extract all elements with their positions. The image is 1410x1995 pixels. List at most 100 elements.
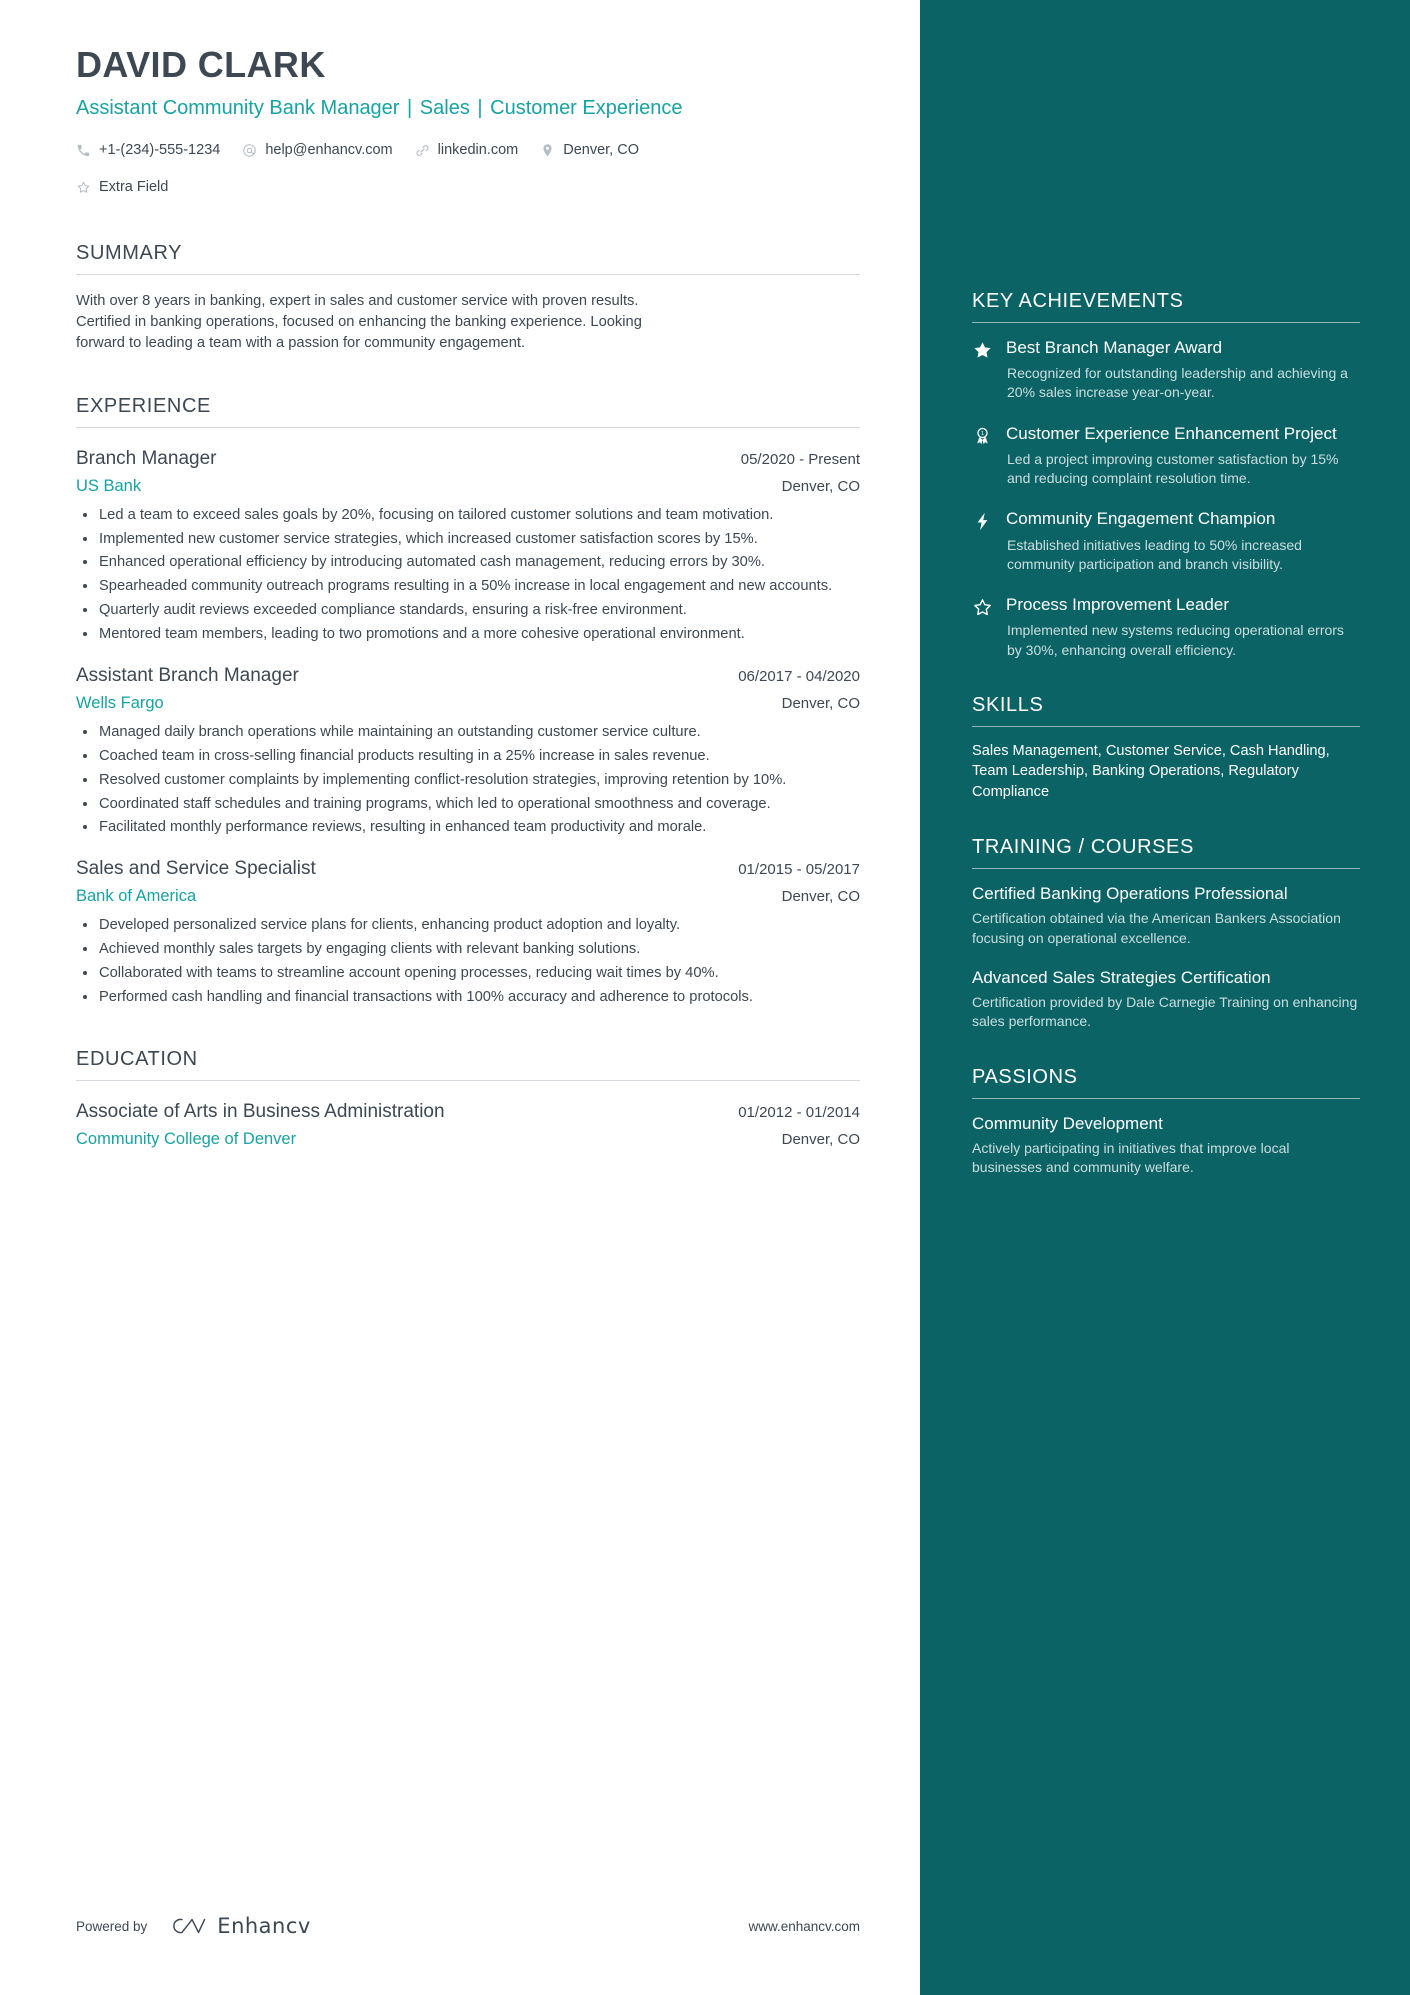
job-title: Sales and Service Specialist	[76, 858, 316, 880]
degree-title: Associate of Arts in Business Administra…	[76, 1100, 445, 1122]
email-icon	[242, 143, 257, 158]
phone-icon	[76, 143, 91, 158]
divider	[972, 868, 1360, 870]
job-dates: 05/2020 - Present	[740, 450, 860, 468]
experience-entry-head: Sales and Service Specialist 01/2015 - 0…	[76, 858, 860, 880]
sidebar-title-training-courses: TRAINING / COURSES	[972, 836, 1194, 859]
powered-by-block: Powered by Enhancv	[76, 1913, 311, 1939]
divider	[76, 1079, 860, 1081]
sidebar-title-key-achievements: KEY ACHIEVEMENTS	[972, 290, 1184, 312]
achievement-title: Customer Experience Enhancement Project	[1006, 423, 1337, 443]
professional-headline: Assistant Community Bank Manager | Sales…	[76, 95, 696, 121]
list-item: Coordinated staff schedules and training…	[76, 794, 860, 815]
passion-title: Community Development	[972, 1113, 1163, 1133]
experience-entry-head: Branch Manager 05/2020 - Present	[76, 448, 860, 470]
passion-item: Community Development Actively participa…	[972, 1113, 1360, 1178]
main-column: DAVID CLARK Assistant Community Bank Man…	[0, 0, 920, 1995]
section-experience: EXPERIENCE Branch Manager 05/2020 - Pres…	[76, 395, 860, 1008]
headline-tag-customer-experience: Customer Experience	[490, 97, 683, 120]
star-outline-icon	[972, 594, 993, 660]
job-location: Denver, CO	[781, 477, 860, 495]
headline-separator: |	[477, 97, 483, 120]
section-title-education: EDUCATION	[76, 1047, 198, 1070]
job-bullets: Managed daily branch operations while ma…	[76, 722, 860, 838]
award-medal-icon: 1	[972, 423, 993, 489]
contact-row: +1-(234)-555-1234 help@enhancv.com linke…	[76, 136, 736, 202]
achievement-item: 1 Customer Experience Enhancement Projec…	[972, 423, 1360, 489]
contact-email-text: help@enhancv.com	[265, 141, 393, 158]
education-entry: Associate of Arts in Business Administra…	[76, 1101, 860, 1149]
achievement-item: Best Branch Manager Award Recognized for…	[972, 337, 1360, 403]
sidebar-section-skills: SKILLS Sales Management, Customer Servic…	[972, 694, 1360, 802]
job-dates: 01/2015 - 05/2017	[738, 861, 860, 879]
achievement-body: Process Improvement Leader Implemented n…	[1006, 594, 1360, 660]
company-name: US Bank	[76, 476, 142, 495]
sidebar-section-key-achievements: KEY ACHIEVEMENTS Best Branch Manager Awa…	[972, 290, 1360, 660]
contact-extra-field[interactable]: Extra Field	[76, 173, 168, 202]
contact-location[interactable]: Denver, CO	[540, 136, 639, 165]
contact-phone[interactable]: +1-(234)-555-1234	[76, 136, 220, 165]
section-education: EDUCATION Associate of Arts in Business …	[76, 1048, 860, 1149]
job-bullets: Developed personalized service plans for…	[76, 915, 860, 1008]
headline-separator: |	[407, 97, 413, 120]
list-item: Managed daily branch operations while ma…	[76, 722, 860, 743]
achievement-body: Best Branch Manager Award Recognized for…	[1006, 337, 1360, 403]
achievement-title: Process Improvement Leader	[1006, 595, 1229, 615]
location-icon	[540, 143, 555, 158]
list-item: Achieved monthly sales targets by engagi…	[76, 939, 860, 960]
contact-linkedin[interactable]: linkedin.com	[415, 136, 518, 165]
contact-location-text: Denver, CO	[563, 141, 639, 158]
resume-page: DAVID CLARK Assistant Community Bank Man…	[0, 0, 1410, 1995]
sidebar-title-passions: PASSIONS	[972, 1065, 1078, 1088]
divider	[972, 322, 1360, 323]
job-dates: 06/2017 - 04/2020	[738, 667, 860, 685]
headline-role: Assistant Community Bank Manager	[76, 97, 400, 120]
divider	[76, 426, 860, 428]
experience-entry-sub: Bank of America Denver, CO	[76, 887, 860, 906]
sidebar-title-skills: SKILLS	[972, 693, 1044, 716]
experience-entry-sub: Wells Fargo Denver, CO	[76, 694, 860, 713]
education-entry-sub: Community College of Denver Denver, CO	[76, 1130, 860, 1149]
svg-text:1: 1	[981, 431, 984, 437]
company-name: Bank of America	[76, 887, 197, 906]
course-title: Certified Banking Operations Professiona…	[972, 884, 1288, 904]
achievement-description: Recognized for outstanding leadership an…	[1007, 365, 1348, 401]
achievement-description: Implemented new systems reducing operati…	[1007, 622, 1344, 658]
headline-tag-sales: Sales	[419, 97, 470, 120]
star-outline-icon	[76, 180, 91, 195]
job-title: Assistant Branch Manager	[76, 664, 299, 686]
list-item: Coached team in cross-selling financial …	[76, 746, 860, 767]
achievement-body: Community Engagement Champion Establishe…	[1006, 508, 1360, 574]
list-item: Resolved customer complaints by implemen…	[76, 770, 860, 791]
footer: Powered by Enhancv www.enhancv.com	[76, 1913, 860, 1939]
job-title: Branch Manager	[76, 447, 217, 469]
divider	[76, 273, 860, 275]
achievement-title: Community Engagement Champion	[1006, 509, 1276, 529]
course-item: Advanced Sales Strategies Certification …	[972, 967, 1360, 1032]
website-url[interactable]: www.enhancv.com	[748, 1919, 860, 1934]
contact-email[interactable]: help@enhancv.com	[242, 136, 393, 165]
list-item: Enhanced operational efficiency by intro…	[76, 552, 860, 573]
list-item: Developed personalized service plans for…	[76, 915, 860, 936]
divider	[972, 725, 1360, 727]
degree-dates: 01/2012 - 01/2014	[738, 1103, 860, 1121]
enhancv-wordmark: Enhancv	[217, 1914, 311, 1938]
link-icon	[415, 143, 430, 158]
experience-entry-sub: US Bank Denver, CO	[76, 477, 860, 496]
achievement-description: Led a project improving customer satisfa…	[1007, 450, 1339, 487]
lightning-bolt-icon	[972, 508, 993, 574]
list-item: Facilitated monthly performance reviews,…	[76, 817, 860, 838]
achievement-item: Process Improvement Leader Implemented n…	[972, 594, 1360, 660]
experience-entry: Assistant Branch Manager 06/2017 - 04/20…	[76, 665, 860, 838]
sidebar-section-training-courses: TRAINING / COURSES Certified Banking Ope…	[972, 836, 1360, 1031]
education-entry-head: Associate of Arts in Business Administra…	[76, 1101, 860, 1123]
list-item: Collaborated with teams to streamline ac…	[76, 963, 860, 984]
job-location: Denver, CO	[781, 888, 860, 906]
experience-entry: Sales and Service Specialist 01/2015 - 0…	[76, 858, 860, 1008]
powered-by-label: Powered by	[76, 1918, 148, 1934]
list-item: Mentored team members, leading to two pr…	[76, 624, 860, 645]
job-location: Denver, CO	[781, 694, 860, 712]
enhancv-logo-icon	[165, 1913, 207, 1939]
page-title: DAVID CLARK	[76, 44, 326, 85]
star-filled-icon	[972, 337, 993, 403]
